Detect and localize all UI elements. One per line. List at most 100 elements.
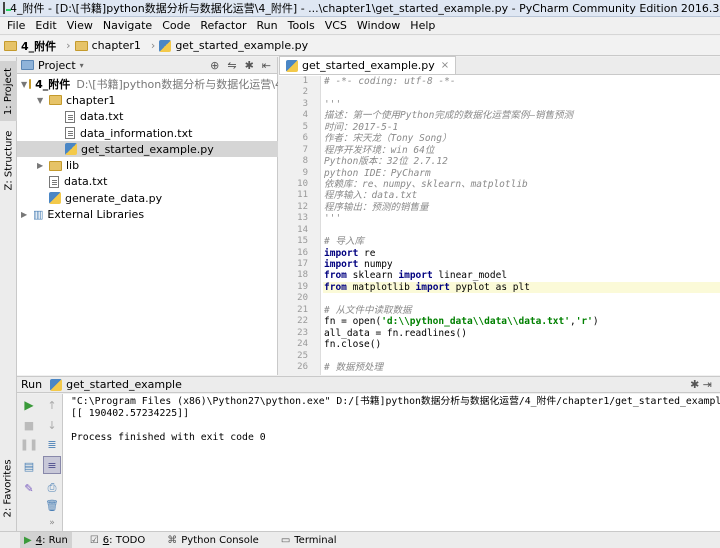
menu-item-window[interactable]: Window: [352, 19, 405, 32]
line-number: 8: [302, 156, 308, 167]
code-line: fn.close(): [323, 339, 720, 350]
line-number: 15: [297, 236, 308, 247]
code-token: 时间：2017-5-1: [324, 121, 399, 133]
tree-item[interactable]: ▼ chapter1: [17, 92, 278, 108]
stop-icon[interactable]: ■: [22, 418, 36, 432]
menu-item-run[interactable]: Run: [252, 19, 283, 32]
chevron-icon[interactable]: ▶: [21, 210, 31, 219]
code-token: # 从文件中读取数据: [324, 304, 412, 316]
menu-item-vcs[interactable]: VCS: [320, 19, 352, 32]
code-line: import numpy: [323, 259, 720, 270]
settings-icon[interactable]: ✱ ⇥: [690, 378, 720, 391]
tree-item-label: 4_附件: [35, 78, 71, 92]
terminal-icon: ▭: [280, 534, 291, 546]
folder-icon: [4, 40, 17, 51]
code-token: # -*- coding: utf-8 -*-: [324, 76, 456, 87]
close-icon[interactable]: ×: [441, 60, 449, 71]
arrow-up-icon[interactable]: ↑: [45, 398, 59, 412]
folder-icon: [49, 95, 62, 106]
tab-favorites[interactable]: 2: Favorites: [0, 457, 17, 519]
tab-get-started-example[interactable]: get_started_example.py ×: [279, 56, 457, 74]
menu-item-file[interactable]: File: [2, 19, 30, 32]
code-token: 程序输入：data.txt: [324, 190, 418, 202]
python-file-icon: [159, 39, 172, 52]
code-line: # 数据预处理: [323, 362, 720, 373]
text-file-icon: [49, 175, 59, 188]
project-icon: [21, 60, 34, 70]
code-line: all_data = fn.readlines(): [323, 328, 720, 339]
more-icon[interactable]: »: [45, 516, 59, 530]
code-line: ''': [323, 213, 720, 224]
scroll-to-end-icon[interactable]: ≡: [43, 456, 61, 474]
bottom-tab-run[interactable]: ▶ 4: Run: [20, 532, 72, 548]
code-token: 作者：宋天龙（Tony Song）: [324, 133, 452, 145]
clear-icon[interactable]: 🗑: [45, 498, 59, 512]
line-number: 2: [302, 87, 308, 98]
pause-icon[interactable]: ❚❚: [20, 437, 38, 451]
breadcrumb-item-root[interactable]: 4_附件: [4, 38, 56, 54]
tab-structure[interactable]: Z: Structure: [0, 129, 17, 191]
chevron-icon[interactable]: ▼: [37, 96, 47, 105]
line-number: 18: [297, 270, 308, 281]
bottom-tab-todo[interactable]: ☑ 6: TODO: [86, 532, 149, 548]
project-view-selector[interactable]: Project: [38, 59, 76, 72]
line-number: 5: [302, 121, 308, 132]
bottom-tab-terminal[interactable]: ▭ Terminal: [277, 532, 341, 548]
breadcrumb-item-file[interactable]: get_started_example.py: [159, 39, 308, 52]
print-icon[interactable]: ⎙: [45, 481, 59, 495]
rerun-icon[interactable]: ▶: [22, 398, 36, 412]
todo-icon: ☑: [89, 534, 99, 546]
menu-item-code[interactable]: Code: [157, 19, 195, 32]
line-number: 9: [302, 167, 308, 178]
line-number: 21: [297, 304, 308, 315]
collapse-icon[interactable]: ⇋: [227, 59, 236, 72]
sync-icon[interactable]: ⊕: [210, 59, 219, 72]
hide-icon[interactable]: ⇤: [262, 59, 271, 72]
gear-icon[interactable]: ✱: [245, 59, 254, 72]
chevron-down-icon[interactable]: ▾: [80, 61, 84, 70]
menu-item-refactor[interactable]: Refactor: [195, 19, 251, 32]
code-line: # 导入库: [323, 236, 720, 247]
menu-item-tools[interactable]: Tools: [283, 19, 320, 32]
tree-item[interactable]: data_information.txt: [17, 125, 278, 141]
tree-item-label: chapter1: [66, 93, 116, 107]
code-area[interactable]: # -*- coding: utf-8 -*- ''' 描述：第一个使用Python…: [323, 76, 720, 375]
folder-icon: [29, 79, 32, 90]
line-number: 10: [297, 178, 308, 189]
run-console[interactable]: "C:\Program Files (x86)\Python27\python.…: [63, 394, 720, 531]
tree-item-label: data_information.txt: [80, 126, 193, 140]
tree-item[interactable]: ▶ lib: [17, 157, 278, 173]
bottom-tab-pythonconsole[interactable]: ⌘ Python Console: [163, 532, 263, 548]
soft-wrap-icon[interactable]: ≣: [45, 437, 59, 451]
menu-item-help[interactable]: Help: [405, 19, 440, 32]
tab-project[interactable]: 1: Project: [0, 61, 17, 121]
pin-icon[interactable]: ✎: [22, 481, 36, 495]
run-config-tab[interactable]: get_started_example: [66, 378, 182, 391]
chevron-icon[interactable]: ▶: [37, 161, 47, 170]
tree-item[interactable]: data.txt: [17, 109, 278, 125]
menu-item-view[interactable]: View: [62, 19, 98, 32]
code-line: # -*- coding: utf-8 -*-: [323, 76, 720, 87]
project-panel-header: Project ▾ ⊕ ⇋ ✱ ⇤: [17, 57, 277, 74]
python-console-icon: ⌘: [167, 534, 178, 546]
menu-bar: File Edit View Navigate Code Refactor Run Tools…: [0, 17, 720, 35]
restore-layout-icon[interactable]: ▤: [22, 459, 36, 473]
arrow-down-icon[interactable]: ↓: [45, 418, 59, 432]
tree-item[interactable]: ▶ ▥ External Libraries: [17, 206, 278, 222]
menu-item-edit[interactable]: Edit: [30, 19, 61, 32]
line-number: 17: [297, 259, 308, 269]
chevron-icon[interactable]: ▼: [21, 80, 27, 89]
code-token: Python版本：32位 2.7.12: [324, 156, 448, 168]
tree-item[interactable]: data.txt: [17, 174, 278, 190]
tree-item-label: lib: [66, 159, 80, 173]
tree-item[interactable]: generate_data.py: [17, 190, 278, 206]
menu-item-navigate[interactable]: Navigate: [98, 19, 157, 32]
tree-item[interactable]: ▼ 4_附件 D:\[书籍]python数据分析与数据化运营\4_附件: [17, 76, 278, 92]
tree-item[interactable]: get_started_example.py: [17, 141, 278, 158]
breadcrumb-item-chapter1[interactable]: chapter1: [74, 39, 141, 52]
line-number: 7: [302, 144, 308, 155]
line-number: 22: [297, 316, 308, 327]
